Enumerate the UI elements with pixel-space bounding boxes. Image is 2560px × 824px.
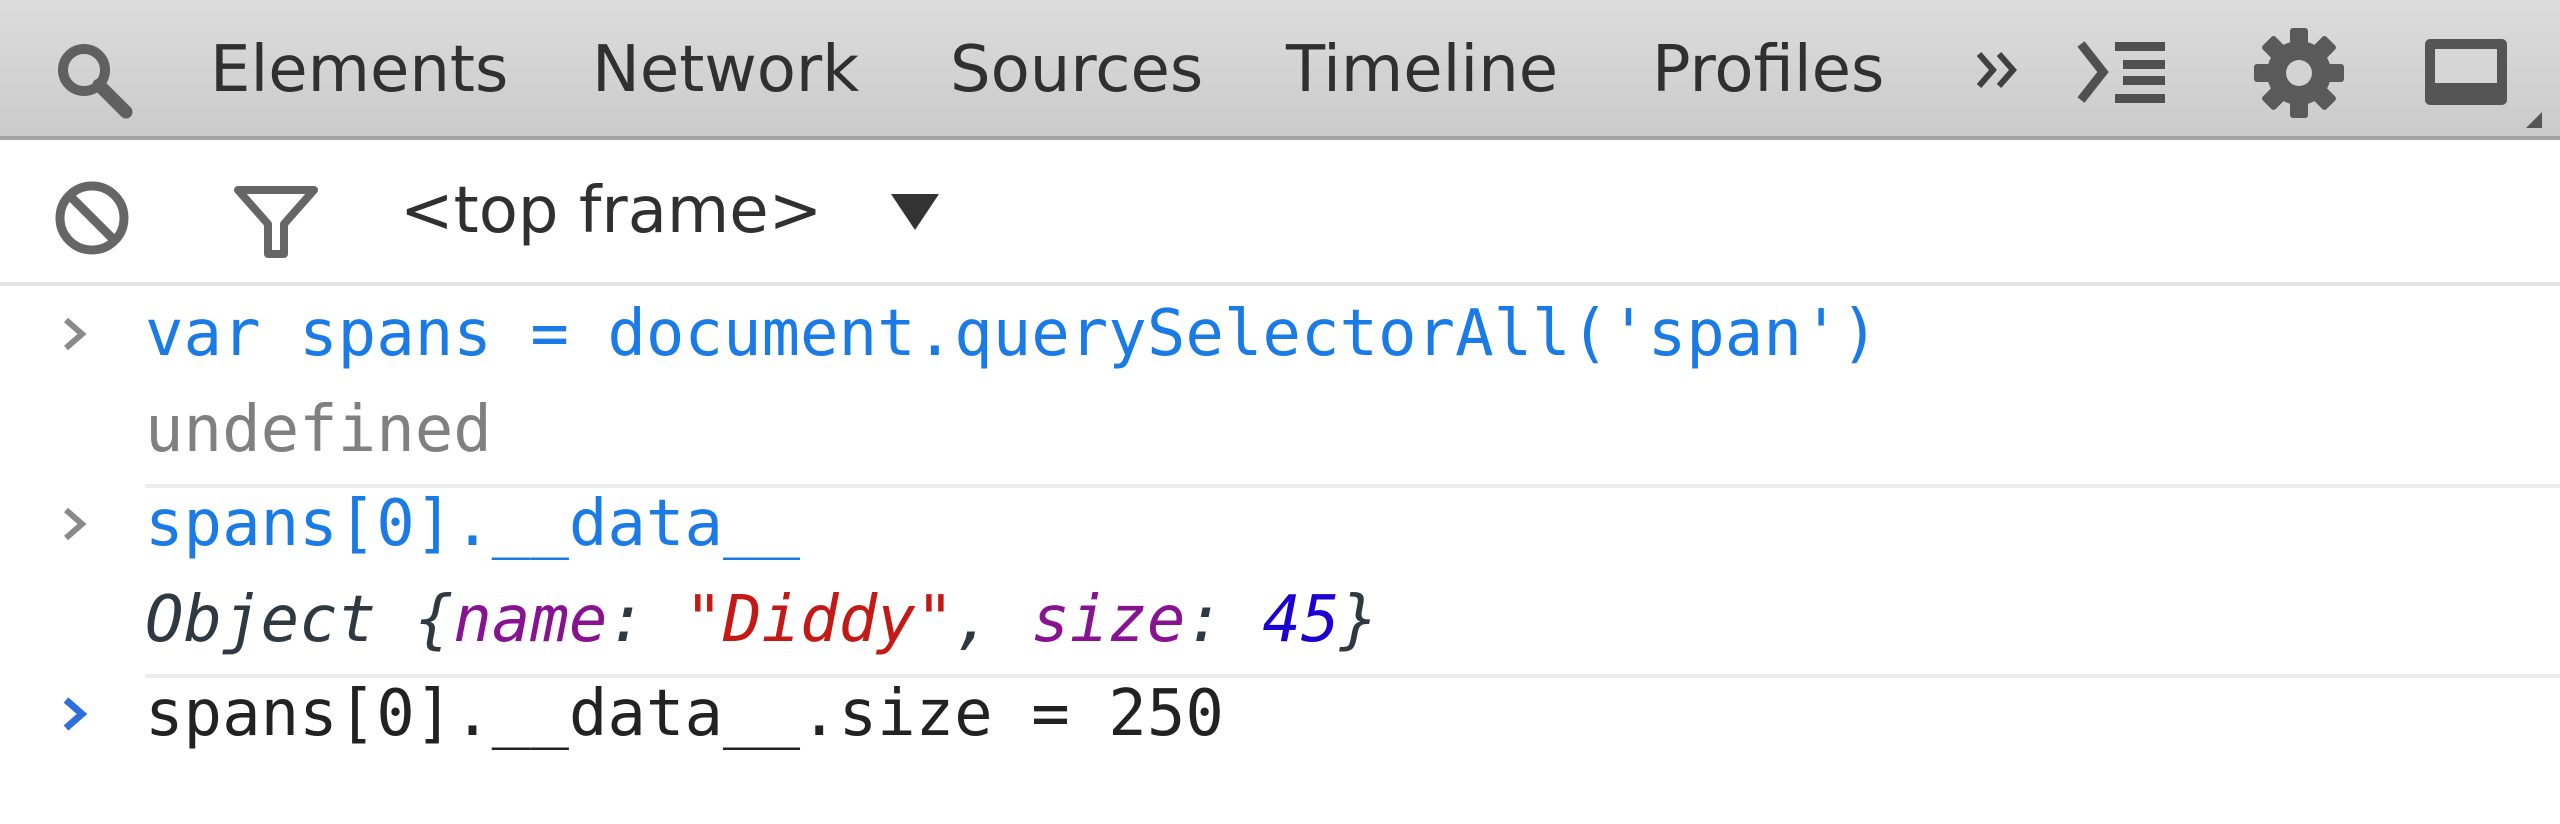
console-prompt-input[interactable]: spans[0].__data__.size = 250	[145, 666, 1224, 762]
frame-selector-label: <top frame>	[400, 174, 823, 248]
tab-timeline[interactable]: Timeline	[1286, 0, 1558, 140]
object-comma: ,	[954, 583, 1032, 657]
object-prefix: Object {	[145, 583, 454, 657]
object-separator: :	[607, 583, 685, 657]
tab-sources[interactable]: Sources	[950, 0, 1203, 140]
prompt-chevron-icon	[63, 697, 88, 731]
object-suffix: }	[1339, 583, 1378, 657]
object-value-name: "Diddy"	[684, 583, 955, 657]
tab-profiles[interactable]: Profiles	[1652, 0, 1884, 140]
object-key-size: size	[1031, 583, 1186, 657]
gear-icon[interactable]	[2250, 24, 2348, 122]
object-key-name: name	[453, 583, 608, 657]
tab-elements[interactable]: Elements	[210, 0, 508, 140]
console-input-line: spans[0].__data__	[145, 487, 801, 561]
devtools-tabbar: Elements Network Sources Timeline Profil…	[0, 0, 2560, 140]
dock-icon[interactable]	[2422, 36, 2546, 136]
console-output: var spans = document.querySelectorAll('s…	[0, 286, 2560, 824]
console-result-line: undefined	[145, 393, 492, 467]
overflow-chevron-icon[interactable]	[1975, 48, 2021, 92]
dropdown-triangle-icon	[890, 194, 939, 230]
search-icon[interactable]	[48, 34, 138, 124]
console-object-result[interactable]: Object {name: "Diddy", size: 45}	[145, 572, 1378, 668]
frame-selector[interactable]: <top frame>	[400, 140, 941, 286]
tab-network[interactable]: Network	[592, 0, 859, 140]
prompt-chevron-icon	[64, 317, 87, 351]
console-input-line: var spans = document.querySelectorAll('s…	[145, 297, 1879, 371]
filter-icon[interactable]	[232, 182, 320, 262]
console-drawer-icon[interactable]	[2075, 36, 2171, 108]
object-separator: :	[1185, 583, 1263, 657]
object-value-size: 45	[1262, 583, 1340, 657]
console-toolbar: <top frame>	[0, 140, 2560, 286]
prompt-chevron-icon	[64, 507, 87, 541]
clear-icon[interactable]	[52, 178, 132, 258]
